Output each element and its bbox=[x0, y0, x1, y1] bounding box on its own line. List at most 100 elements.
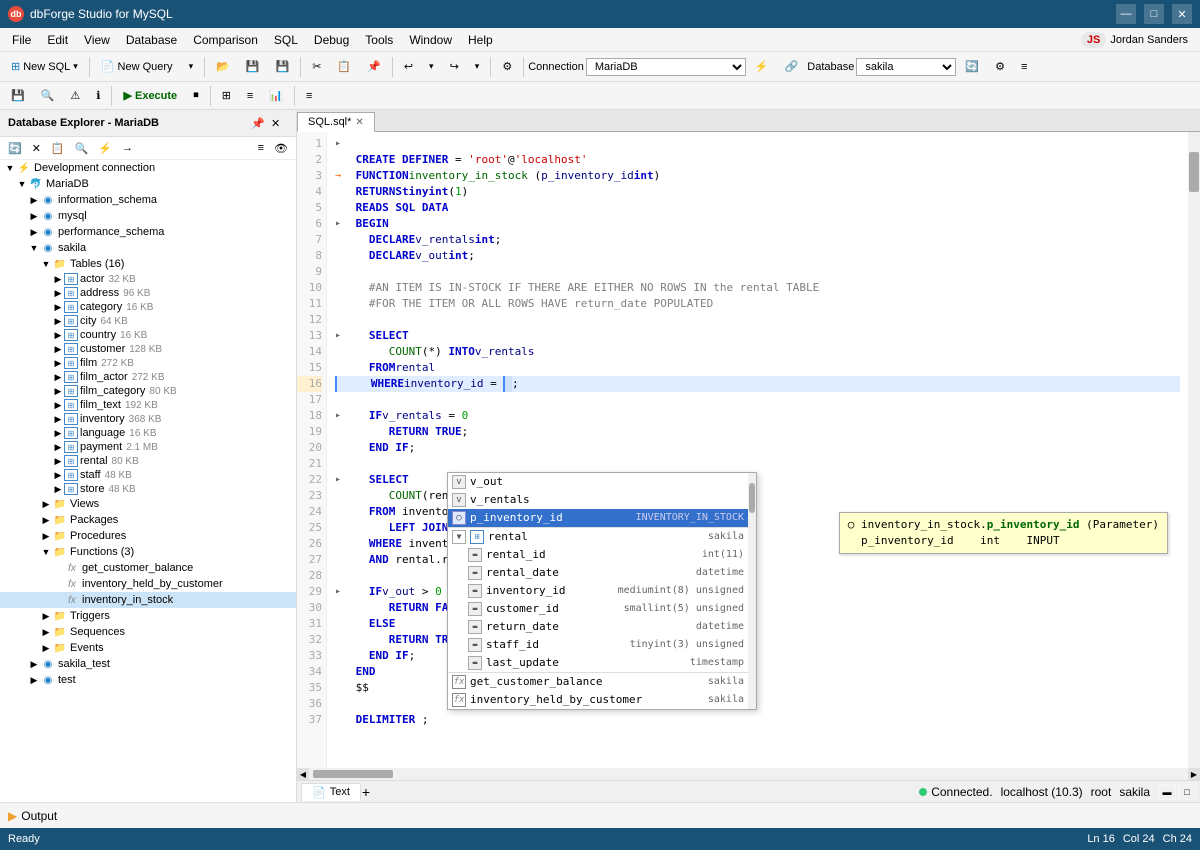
format-button[interactable]: ⚙ bbox=[495, 56, 519, 78]
editor-scrollbar[interactable] bbox=[1188, 132, 1200, 768]
tree-table-payment[interactable]: ▶ ⊞ payment 2.1 MB bbox=[0, 440, 296, 454]
expand-tables-icon[interactable]: ▼ bbox=[40, 259, 52, 269]
expand-mariadb-icon[interactable]: ▼ bbox=[16, 179, 28, 189]
tree-table-actor[interactable]: ▶ ⊞ actor 32 KB bbox=[0, 272, 296, 286]
ac-item-last-update[interactable]: ▬ last_update timestamp bbox=[448, 654, 748, 672]
tree-table-language[interactable]: ▶ ⊞ language 16 KB bbox=[0, 426, 296, 440]
tab-sql[interactable]: SQL.sql* ✕ bbox=[297, 112, 375, 132]
code-content[interactable]: ▸ CREATE DEFINER = 'root'@'localhost' → … bbox=[327, 132, 1188, 768]
ac-item-v-out[interactable]: v v_out bbox=[448, 473, 748, 491]
expand-staff-icon[interactable]: ▶ bbox=[52, 470, 64, 481]
expand-packages-icon[interactable]: ▶ bbox=[40, 515, 52, 526]
ac-item-rental-date[interactable]: ▬ rental_date datetime bbox=[448, 564, 748, 582]
expand-mysql-icon[interactable]: ▶ bbox=[28, 211, 40, 222]
tb2-btn2[interactable]: 🔍 bbox=[34, 85, 62, 107]
menu-comparison[interactable]: Comparison bbox=[185, 31, 266, 49]
tree-func-get-customer-balance[interactable]: fx get_customer_balance bbox=[0, 560, 296, 576]
copy-button[interactable]: 📋 bbox=[330, 56, 358, 78]
tree-sakila[interactable]: ▼ ◉ sakila bbox=[0, 240, 296, 256]
tb2-btn3[interactable]: ⚠ bbox=[63, 85, 87, 107]
sidebar-filter2-button[interactable]: ⚡ bbox=[94, 139, 116, 157]
expand-address-icon[interactable]: ▶ bbox=[52, 288, 64, 299]
cut-button[interactable]: ✂ bbox=[305, 56, 328, 78]
tree-table-rental[interactable]: ▶ ⊞ rental 80 KB bbox=[0, 454, 296, 468]
expand-inventory-icon[interactable]: ▶ bbox=[52, 414, 64, 425]
expand-sakila-icon[interactable]: ▼ bbox=[28, 243, 40, 253]
paste-button[interactable]: 📌 bbox=[360, 56, 388, 78]
expand-film-text-icon[interactable]: ▶ bbox=[52, 400, 64, 411]
tree-table-address[interactable]: ▶ ⊞ address 96 KB bbox=[0, 286, 296, 300]
expand-rental-icon[interactable]: ▶ bbox=[52, 456, 64, 467]
sidebar-copy-button[interactable]: 📋 bbox=[47, 139, 69, 157]
sidebar-delete-button[interactable]: ✕ bbox=[28, 139, 45, 157]
tree-sequences-folder[interactable]: ▶ 📁 Sequences bbox=[0, 624, 296, 640]
tree-table-film-text[interactable]: ▶ ⊞ film_text 192 KB bbox=[0, 398, 296, 412]
tree-events-folder[interactable]: ▶ 📁 Events bbox=[0, 640, 296, 656]
connection-dropdown[interactable]: MariaDB bbox=[586, 58, 746, 76]
tree-performance-schema[interactable]: ▶ ◉ performance_schema bbox=[0, 224, 296, 240]
tree-functions-folder[interactable]: ▼ 📁 Functions (3) bbox=[0, 544, 296, 560]
hscroll-left-arrow[interactable]: ◀ bbox=[297, 768, 309, 780]
expand-customer-icon[interactable]: ▶ bbox=[52, 344, 64, 355]
sidebar-view-button[interactable]: 👁 bbox=[270, 139, 292, 157]
sidebar-close-button[interactable]: ✕ bbox=[270, 114, 288, 132]
ac-item-rental[interactable]: ▼ ⊞ rental sakila bbox=[448, 528, 748, 546]
db-extra-button[interactable]: ≡ bbox=[1014, 56, 1034, 78]
view-btn-1[interactable]: ▬ bbox=[1158, 784, 1176, 800]
sidebar-arrow-button[interactable]: → bbox=[118, 139, 137, 157]
menu-edit[interactable]: Edit bbox=[39, 31, 76, 49]
tree-table-staff[interactable]: ▶ ⊞ staff 48 KB bbox=[0, 468, 296, 482]
expand-triggers-icon[interactable]: ▶ bbox=[40, 611, 52, 622]
save-all-button[interactable]: 💾 bbox=[269, 56, 297, 78]
tree-sakila-test[interactable]: ▶ ◉ sakila_test bbox=[0, 656, 296, 672]
menu-view[interactable]: View bbox=[76, 31, 118, 49]
undo-dropdown[interactable]: ▾ bbox=[422, 56, 441, 78]
sidebar-pin-button[interactable]: 📌 bbox=[250, 114, 268, 132]
expand-sakila-test-icon[interactable]: ▶ bbox=[28, 659, 40, 670]
tab-close-button[interactable]: ✕ bbox=[355, 117, 363, 128]
tree-packages-folder[interactable]: ▶ 📁 Packages bbox=[0, 512, 296, 528]
expand-payment-icon[interactable]: ▶ bbox=[52, 442, 64, 453]
close-button[interactable]: ✕ bbox=[1172, 4, 1192, 24]
tree-information-schema[interactable]: ▶ ◉ information_schema bbox=[0, 192, 296, 208]
database-dropdown[interactable]: sakila bbox=[856, 58, 956, 76]
connection-props-button[interactable]: 🔗 bbox=[778, 56, 806, 78]
new-sql-button[interactable]: ⊞ New SQL ▾ bbox=[4, 56, 85, 78]
expand-views-icon[interactable]: ▶ bbox=[40, 499, 52, 510]
text-tab[interactable]: 📄 Text bbox=[301, 783, 361, 801]
expand-connection-icon[interactable]: ▼ bbox=[4, 163, 16, 173]
tree-func-inventory-held[interactable]: fx inventory_held_by_customer bbox=[0, 576, 296, 592]
hscroll-thumb[interactable] bbox=[313, 770, 393, 778]
ac-item-rental-id[interactable]: ▬ rental_id int(11) bbox=[448, 546, 748, 564]
expand-language-icon[interactable]: ▶ bbox=[52, 428, 64, 439]
expand-info-schema-icon[interactable]: ▶ bbox=[28, 195, 40, 206]
add-tab-button[interactable]: + bbox=[361, 783, 379, 801]
expand-film-icon[interactable]: ▶ bbox=[52, 358, 64, 369]
editor-scroll-thumb[interactable] bbox=[1189, 152, 1199, 192]
menu-help[interactable]: Help bbox=[460, 31, 501, 49]
expand-sequences-icon[interactable]: ▶ bbox=[40, 627, 52, 638]
tb2-grid-btn[interactable]: ⊞ bbox=[215, 85, 238, 107]
expand-actor-icon[interactable]: ▶ bbox=[52, 274, 64, 285]
execute-button[interactable]: ▶ Execute bbox=[116, 85, 184, 107]
tree-table-city[interactable]: ▶ ⊞ city 64 KB bbox=[0, 314, 296, 328]
expand-events-icon[interactable]: ▶ bbox=[40, 643, 52, 654]
expand-perf-schema-icon[interactable]: ▶ bbox=[28, 227, 40, 238]
tree-table-film[interactable]: ▶ ⊞ film 272 KB bbox=[0, 356, 296, 370]
tree-mariadb[interactable]: ▼ 🐬 MariaDB bbox=[0, 176, 296, 192]
tree-tables-folder[interactable]: ▼ 📁 Tables (16) bbox=[0, 256, 296, 272]
connection-options-button[interactable]: ⚡ bbox=[748, 56, 776, 78]
toolbar-btn-1[interactable]: 📂 bbox=[209, 56, 237, 78]
expand-store-icon[interactable]: ▶ bbox=[52, 484, 64, 495]
tb2-btn1[interactable]: 💾 bbox=[4, 85, 32, 107]
tree-table-category[interactable]: ▶ ⊞ category 16 KB bbox=[0, 300, 296, 314]
expand-film-category-icon[interactable]: ▶ bbox=[52, 386, 64, 397]
tree-func-inventory-in-stock[interactable]: fx inventory_in_stock bbox=[0, 592, 296, 608]
tb2-chart-btn[interactable]: 📊 bbox=[262, 85, 290, 107]
expand-procedures-icon[interactable]: ▶ bbox=[40, 531, 52, 542]
ac-item-get-customer-balance[interactable]: fx get_customer_balance sakila bbox=[448, 673, 748, 691]
tree-connection[interactable]: ▼ ⚡ Development connection bbox=[0, 160, 296, 176]
ac-item-v-rentals[interactable]: v v_rentals bbox=[448, 491, 748, 509]
tree-triggers-folder[interactable]: ▶ 📁 Triggers bbox=[0, 608, 296, 624]
ac-item-p-inventory-id[interactable]: ○ p_inventory_id INVENTORY_IN_STOCK bbox=[448, 509, 748, 527]
